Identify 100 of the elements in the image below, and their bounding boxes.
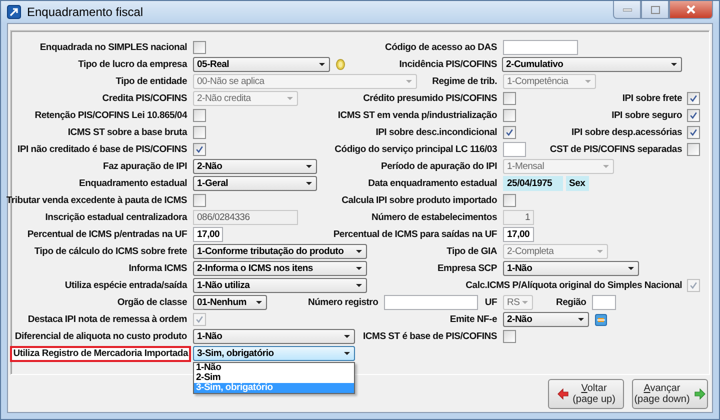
caret-icon <box>356 267 362 270</box>
field-label: Calc.ICMS P/Alíquota original do Simples Nacional <box>466 280 682 291</box>
caret-icon <box>671 63 677 66</box>
caret-icon <box>356 284 362 287</box>
checkbox[interactable] <box>503 194 516 207</box>
checkbox[interactable] <box>193 109 206 122</box>
checkbox[interactable] <box>193 194 206 207</box>
field-label: Informa ICMS <box>128 263 187 274</box>
document-icon[interactable] <box>595 314 607 326</box>
check-icon <box>689 281 698 290</box>
caret-icon <box>603 165 609 168</box>
caret-icon <box>319 63 325 66</box>
field-label: Credita PIS/COFINS <box>102 93 187 104</box>
maximize-button[interactable] <box>641 1 669 19</box>
field-label: IPI sobre frete <box>622 93 682 104</box>
caret-icon <box>356 250 362 253</box>
close-icon <box>686 5 696 14</box>
checkbox[interactable] <box>503 126 516 139</box>
dropdown[interactable]: 2-Informa o ICMS nos itens <box>193 261 367 276</box>
input-field[interactable] <box>503 142 526 157</box>
field-label: Percentual de ICMS para saídas na UF <box>333 229 497 240</box>
field-label: Diferencial de aliquota no custo produto <box>14 331 187 342</box>
field-label: Emite NF-e <box>450 314 497 325</box>
dropdown[interactable]: 2-Cumulativo <box>502 57 682 72</box>
checkbox[interactable] <box>503 92 516 105</box>
dropdown[interactable]: 3-Sim, obrigatório <box>193 346 355 361</box>
checkbox[interactable] <box>687 143 700 156</box>
checkbox[interactable] <box>687 109 700 122</box>
check-icon <box>195 145 204 154</box>
caret-icon <box>522 301 528 304</box>
app-icon <box>7 5 21 19</box>
coin-icon[interactable] <box>336 59 345 70</box>
dropdown[interactable]: 05-Real <box>193 57 330 72</box>
field-label: Tipo de entidade <box>116 76 187 87</box>
caret-icon <box>287 97 293 100</box>
dropdown-option[interactable]: 1-Não <box>194 363 354 373</box>
check-icon <box>505 128 514 137</box>
left-arrow-icon <box>556 388 569 400</box>
dropdown[interactable]: 2-Não <box>193 159 317 174</box>
field-label: Crédito presumido PIS/COFINS <box>363 93 497 104</box>
dropdown[interactable]: 1-Geral <box>193 176 317 191</box>
field-label: CST de PIS/COFINS separadas <box>550 144 682 155</box>
input-field[interactable] <box>384 295 478 310</box>
dropdown[interactable]: 1-Não <box>193 329 355 344</box>
field-label: ICMS ST em venda p/industrialização <box>338 110 497 121</box>
field-label: IPI sobre desc.incondicional <box>376 127 497 138</box>
dropdown[interactable]: 1-Não <box>503 261 639 276</box>
field-label: Regime de trib. <box>432 76 497 87</box>
caret-icon <box>306 182 312 185</box>
close-button[interactable] <box>669 1 713 19</box>
caret-icon <box>585 80 591 83</box>
checkbox[interactable] <box>503 109 516 122</box>
maximize-icon <box>650 6 660 14</box>
caret-icon <box>306 165 312 168</box>
field-label: Região <box>556 297 586 308</box>
dropdown[interactable]: 01-Nenhum <box>193 295 267 310</box>
caret-icon <box>256 301 262 304</box>
field-label: Código de acesso ao DAS <box>385 42 497 53</box>
field-label: IPI não creditado é base de PIS/COFINS <box>18 144 187 155</box>
field-label: Período de apuração do IPI <box>381 161 497 172</box>
field-label: Incidência PIS/COFINS <box>399 59 497 70</box>
checkbox[interactable] <box>193 41 206 54</box>
field-label: Destaca IPI nota de remessa à ordem <box>28 314 187 325</box>
field-label: Enquadrada no SIMPLES nacional <box>40 42 187 53</box>
input-field[interactable] <box>592 295 616 310</box>
field-label: Tributar venda excedente à pauta de ICMS <box>6 195 187 206</box>
field-label: Inscrição estadual centralizadora <box>45 212 187 223</box>
input-field[interactable]: 17,00 <box>193 227 223 242</box>
caret-icon <box>344 335 350 338</box>
dropdown[interactable]: 1-Conforme tributação do produto <box>193 244 367 259</box>
input-field[interactable] <box>503 40 578 55</box>
minimize-button[interactable] <box>613 1 641 19</box>
checkbox[interactable] <box>193 143 206 156</box>
field-label: Utiliza Registro de Mercadoria Importada <box>10 346 191 362</box>
dropdown[interactable]: 1-Não utiliza <box>193 278 367 293</box>
next-button[interactable]: Avançar (page down) <box>632 378 708 408</box>
field-label: Número registro <box>308 297 378 308</box>
dropdown-option[interactable]: 2-Sim <box>194 373 354 383</box>
field-label: Utiliza espécie entrada/saída <box>64 280 187 291</box>
checkbox[interactable] <box>687 92 700 105</box>
field-label: Data enquadramento estadual <box>368 178 497 189</box>
field-label: Código do serviço principal LC 116/03 <box>334 144 497 155</box>
input-field[interactable]: 17,00 <box>503 227 534 242</box>
field-label: Orgão de classe <box>117 297 187 308</box>
field-label: Faz apuração de IPI <box>103 161 187 172</box>
caret-icon <box>406 80 412 83</box>
field-label: IPI sobre desp.acessórias <box>572 127 682 138</box>
field-label: Tipo de lucro da empresa <box>78 59 187 70</box>
dropdown[interactable]: 2-Não <box>503 312 589 327</box>
checkbox[interactable] <box>193 126 206 139</box>
right-arrow-icon <box>694 388 706 400</box>
minimize-icon <box>622 8 632 12</box>
caret-icon <box>344 352 350 355</box>
checkbox[interactable] <box>687 126 700 139</box>
checkbox[interactable] <box>503 330 516 343</box>
back-button[interactable]: Voltar (page up) <box>548 378 624 408</box>
field-label: UF <box>484 297 497 308</box>
date-field[interactable]: 25/04/1975 <box>503 176 563 191</box>
field-label: IPI sobre seguro <box>612 110 682 121</box>
field-label: Tipo de cálculo do ICMS sobre frete <box>34 246 187 257</box>
